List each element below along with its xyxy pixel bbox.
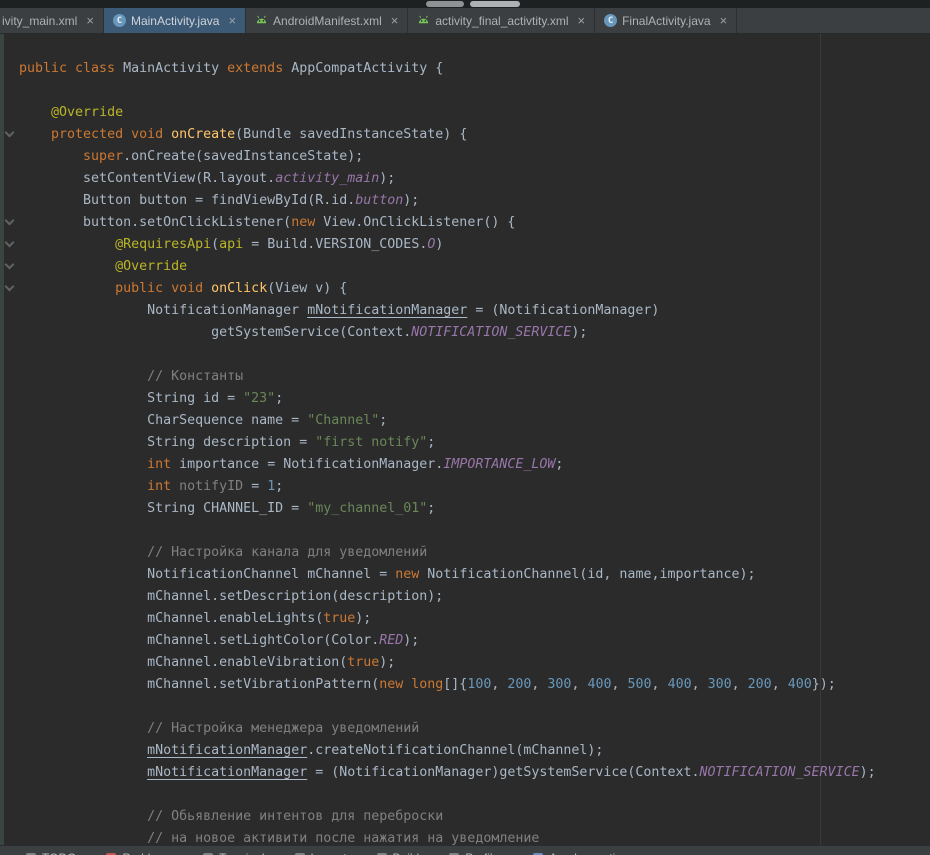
close-tab-icon[interactable]: × (86, 14, 94, 27)
statusbar-item-build[interactable]: Build (377, 851, 420, 855)
editor-tab-activity-final-activtity-xml[interactable]: activity_final_activtity.xml × (408, 8, 595, 33)
statusbar-item-terminal[interactable]: Terminal (203, 851, 264, 855)
code-line: String CHANNEL_ID = "my_channel_01"; (19, 498, 930, 520)
statusbar-item-app-inspection[interactable]: App Inspection (533, 851, 628, 855)
tab-label: MainActivity.java (131, 14, 219, 28)
code-line: @Override (19, 102, 930, 124)
statusbar-label: App Inspection (549, 851, 628, 855)
code-line: mChannel.enableVibration(true); (19, 652, 930, 674)
fold-marker-icon[interactable] (5, 216, 15, 226)
code-line: button.setOnClickListener(new View.OnCli… (19, 212, 930, 234)
status-bar: TODO Problems Terminal Logcat Build Profiler A… (0, 845, 930, 855)
close-tab-icon[interactable]: × (720, 14, 728, 27)
code-line: int notifyID = 1; (19, 476, 930, 498)
tab-label: activity_final_activtity.xml (435, 14, 568, 28)
code-line (19, 784, 930, 806)
statusbar-item-problems[interactable]: Problems (106, 851, 173, 855)
code-line: mChannel.enableLights(true); (19, 608, 930, 630)
statusbar-item-logcat[interactable]: Logcat (295, 851, 347, 855)
code-line: public void onClick(View v) { (19, 278, 930, 300)
editor-tab-ivity-main-xml[interactable]: ivity_main.xml × (0, 8, 104, 33)
tab-label: ivity_main.xml (2, 14, 77, 28)
code-line: NotificationManager mNotificationManager… (19, 300, 930, 322)
editor-tab-androidmanifest-xml[interactable]: AndroidManifest.xml × (246, 8, 408, 33)
titlebar-button[interactable] (426, 1, 464, 7)
android-icon (417, 14, 430, 27)
editor-tab-bar: ivity_main.xml×CMainActivity.java×Androi… (0, 8, 930, 34)
code-line (19, 80, 930, 102)
editor-pane[interactable]: public class MainActivity extends AppCom… (0, 34, 930, 845)
statusbar-label: TODO (42, 851, 76, 855)
code-line: String id = "23"; (19, 388, 930, 410)
code-line: setContentView(R.layout.activity_main); (19, 168, 930, 190)
titlebar (0, 0, 930, 8)
code-line: CharSequence name = "Channel"; (19, 410, 930, 432)
class-icon: C (113, 14, 126, 27)
code-line: super.onCreate(savedInstanceState); (19, 146, 930, 168)
ide-window: ivity_main.xml×CMainActivity.java×Androi… (0, 0, 930, 855)
statusbar-label: Problems (122, 851, 173, 855)
code-line: String description = "first notify"; (19, 432, 930, 454)
code-line: // Константы (19, 366, 930, 388)
code-line: mChannel.setDescription(description); (19, 586, 930, 608)
code-line: // Настройка менеджера уведомлений (19, 718, 930, 740)
code-line: @Override (19, 256, 930, 278)
statusbar-label: Profiler (465, 851, 503, 855)
code-line: int importance = NotificationManager.IMP… (19, 454, 930, 476)
code-line: mNotificationManager = (NotificationMana… (19, 762, 930, 784)
editor-tab-finalactivity-java[interactable]: C FinalActivity.java × (595, 8, 737, 33)
android-icon (255, 14, 268, 27)
code-line: mNotificationManager.createNotificationC… (19, 740, 930, 762)
code-line: // Обьявление интентов для переброски (19, 806, 930, 828)
statusbar-item-profiler[interactable]: Profiler (449, 851, 503, 855)
statusbar-label: Build (393, 851, 420, 855)
code-line (19, 344, 930, 366)
code-line: getSystemService(Context.NOTIFICATION_SE… (19, 322, 930, 344)
code-line: NotificationChannel mChannel = new Notif… (19, 564, 930, 586)
code-area[interactable]: public class MainActivity extends AppCom… (19, 34, 930, 845)
code-line: @RequiresApi(api = Build.VERSION_CODES.O… (19, 234, 930, 256)
statusbar-item-todo[interactable]: TODO (26, 851, 76, 855)
code-line: public class MainActivity extends AppCom… (19, 58, 930, 80)
editor-gutter[interactable] (0, 34, 19, 845)
close-tab-icon[interactable]: × (391, 14, 399, 27)
fold-marker-icon[interactable] (5, 282, 15, 292)
editor-tab-mainactivity-java[interactable]: C MainActivity.java × (104, 8, 246, 33)
class-icon: C (604, 14, 617, 27)
code-line (19, 520, 930, 542)
close-tab-icon[interactable]: × (578, 14, 586, 27)
close-tab-icon[interactable]: × (228, 14, 236, 27)
fold-marker-icon[interactable] (5, 128, 15, 138)
statusbar-label: Terminal (219, 851, 264, 855)
code-line: protected void onCreate(Bundle savedInst… (19, 124, 930, 146)
titlebar-button[interactable] (470, 1, 520, 7)
statusbar-label: Logcat (311, 851, 347, 855)
tab-label: FinalActivity.java (622, 14, 710, 28)
fold-marker-icon[interactable] (5, 238, 15, 248)
code-line: mChannel.setLightColor(Color.RED); (19, 630, 930, 652)
code-line: Button button = findViewById(R.id.button… (19, 190, 930, 212)
code-line: // на новое активити после нажатия на ув… (19, 828, 930, 845)
code-line: // Настройка канала для уведомлений (19, 542, 930, 564)
code-line (19, 696, 930, 718)
code-line: mChannel.setVibrationPattern(new long[]{… (19, 674, 930, 696)
tab-label: AndroidManifest.xml (273, 14, 382, 28)
fold-marker-icon[interactable] (5, 260, 15, 270)
